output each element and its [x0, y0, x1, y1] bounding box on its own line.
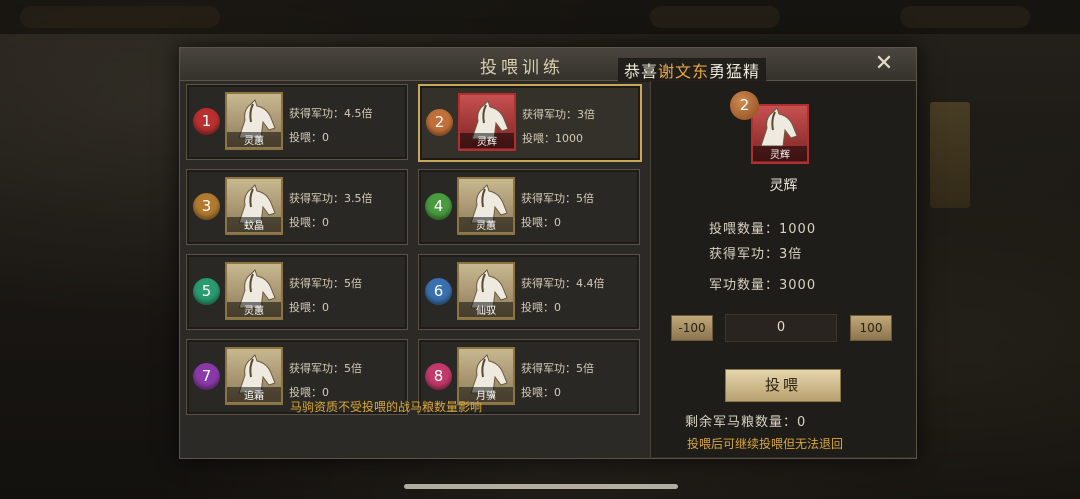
remaining-feed: 剩余军马粮数量：0	[685, 415, 807, 430]
increase-100-button[interactable]: 100	[850, 315, 892, 341]
horse-card-5[interactable]: 5 灵蕙 获得军功：5倍 投喂：0	[186, 254, 408, 330]
fed-label: 投喂：	[289, 301, 322, 314]
merit-label: 获得军功：	[289, 107, 344, 120]
feed-count-stat: 投喂数量：1000	[709, 222, 817, 237]
horse-portrait: 蚊晶	[225, 177, 283, 235]
horse-name: 灵辉	[460, 133, 514, 148]
home-indicator[interactable]	[404, 484, 678, 489]
congrats-suffix: 勇猛精	[709, 62, 761, 81]
congrats-prefix: 恭喜	[624, 62, 659, 81]
horse-card-2[interactable]: 2 灵辉 获得军功：3倍 投喂：1000	[418, 84, 642, 162]
merit-value: 3.5倍	[344, 192, 373, 205]
fed-value: 0	[554, 386, 561, 399]
fed-value: 0	[554, 301, 561, 314]
horse-name: 灵蕙	[227, 132, 281, 147]
horse-number-badge: 7	[193, 363, 220, 390]
merit-multiplier-stat: 获得军功：3倍	[709, 247, 803, 262]
fed-label: 投喂：	[521, 216, 554, 229]
horse-fed: 投喂：0	[289, 299, 329, 315]
detail-horse-name-tag: 灵辉	[753, 146, 807, 161]
horse-number-badge: 5	[193, 278, 220, 305]
merit-value: 5倍	[344, 277, 362, 290]
horse-merit: 获得军功：5倍	[289, 275, 362, 291]
fed-label: 投喂：	[521, 386, 554, 399]
horse-merit: 获得军功：4.4倍	[521, 275, 605, 291]
horse-portrait: 月骥	[457, 347, 515, 405]
merit-label: 获得军功：	[521, 277, 576, 290]
horse-portrait: 追霜	[225, 347, 283, 405]
horse-card-6[interactable]: 6 仙驭 获得军功：4.4倍 投喂：0	[418, 254, 640, 330]
horse-number-badge: 6	[425, 278, 452, 305]
horse-card-1[interactable]: 1 灵蕙 获得军功：4.5倍 投喂：0	[186, 84, 408, 160]
horse-name: 仙驭	[459, 302, 513, 317]
horse-fed: 投喂：0	[521, 214, 561, 230]
detail-horse-name: 灵辉	[769, 178, 798, 194]
horse-fed: 投喂：0	[521, 384, 561, 400]
merit-value: 4.4倍	[576, 277, 605, 290]
detail-horse-portrait: 灵辉	[751, 104, 809, 164]
horse-icon	[760, 107, 798, 147]
quantity-input[interactable]: 0	[725, 314, 837, 342]
merit-value: 4.5倍	[344, 107, 373, 120]
fed-label: 投喂：	[289, 216, 322, 229]
horse-number-badge: 8	[425, 363, 452, 390]
fed-value: 0	[322, 131, 329, 144]
horse-merit: 获得军功：5倍	[521, 360, 594, 376]
fed-label: 投喂：	[289, 131, 322, 144]
horse-fed: 投喂：0	[521, 299, 561, 315]
footnote: 马驹资质不受投喂的战马粮数量影响	[290, 400, 483, 414]
fed-value: 1000	[555, 132, 583, 145]
merit-total-stat: 军功数量：3000	[709, 278, 817, 293]
fed-value: 0	[322, 216, 329, 229]
horse-portrait: 灵蕙	[457, 177, 515, 235]
fed-label: 投喂：	[521, 301, 554, 314]
merit-label: 获得军功：	[521, 192, 576, 205]
horse-name: 蚊晶	[227, 217, 281, 232]
fed-value: 0	[322, 301, 329, 314]
detail-number-badge: 2	[730, 91, 759, 120]
horse-card-4[interactable]: 4 灵蕙 获得军功：5倍 投喂：0	[418, 169, 640, 245]
merit-label: 获得军功：	[289, 277, 344, 290]
congrats-name: 谢文东	[658, 62, 710, 81]
horse-merit: 获得军功：4.5倍	[289, 105, 373, 121]
horse-merit: 获得军功：3.5倍	[289, 190, 373, 206]
horse-number-badge: 4	[425, 193, 452, 220]
feed-training-dialog: 投喂训练 ✕ 恭喜谢文东勇猛精 1 灵蕙 获得军功：4.5倍 投喂：0 2 灵辉 获得军功：…	[179, 47, 917, 459]
horse-portrait: 灵蕙	[225, 262, 283, 320]
horse-name: 追霜	[227, 387, 281, 402]
close-icon[interactable]: ✕	[872, 52, 896, 76]
decrease-100-button[interactable]: -100	[671, 315, 713, 341]
merit-label: 获得军功：	[289, 192, 344, 205]
merit-value: 5倍	[576, 362, 594, 375]
merit-value: 3倍	[577, 108, 595, 121]
fed-label: 投喂：	[522, 132, 555, 145]
dialog-title: 投喂训练	[480, 58, 564, 78]
horse-merit: 获得军功：3倍	[522, 106, 595, 122]
horse-name: 灵蕙	[459, 217, 513, 232]
horse-number-badge: 2	[426, 109, 453, 136]
horse-merit: 获得军功：5倍	[521, 190, 594, 206]
horse-number-badge: 1	[193, 108, 220, 135]
merit-label: 获得军功：	[289, 362, 344, 375]
feed-button[interactable]: 投喂	[725, 369, 841, 402]
horse-fed: 投喂：0	[289, 214, 329, 230]
horse-portrait: 仙驭	[457, 262, 515, 320]
fed-value: 0	[554, 216, 561, 229]
title-bar: 投喂训练 ✕	[180, 48, 916, 81]
horse-portrait: 灵蕙	[225, 92, 283, 150]
merit-value: 5倍	[576, 192, 594, 205]
horse-card-3[interactable]: 3 蚊晶 获得军功：3.5倍 投喂：0	[186, 169, 408, 245]
horse-fed: 投喂：0	[289, 129, 329, 145]
congrats-message: 恭喜谢文东勇猛精	[618, 58, 767, 82]
horse-portrait: 灵辉	[458, 93, 516, 151]
horse-detail-panel: 2 灵辉 灵辉 投喂数量：1000 获得军功：3倍 军功数量：3000 -100…	[650, 81, 916, 457]
horse-fed: 投喂：1000	[522, 130, 583, 146]
merit-label: 获得军功：	[521, 362, 576, 375]
horse-number-badge: 3	[193, 193, 220, 220]
merit-value: 5倍	[344, 362, 362, 375]
horse-name: 灵蕙	[227, 302, 281, 317]
horse-merit: 获得军功：5倍	[289, 360, 362, 376]
feed-note: 投喂后可继续投喂但无法退回	[687, 437, 844, 451]
merit-label: 获得军功：	[522, 108, 577, 121]
